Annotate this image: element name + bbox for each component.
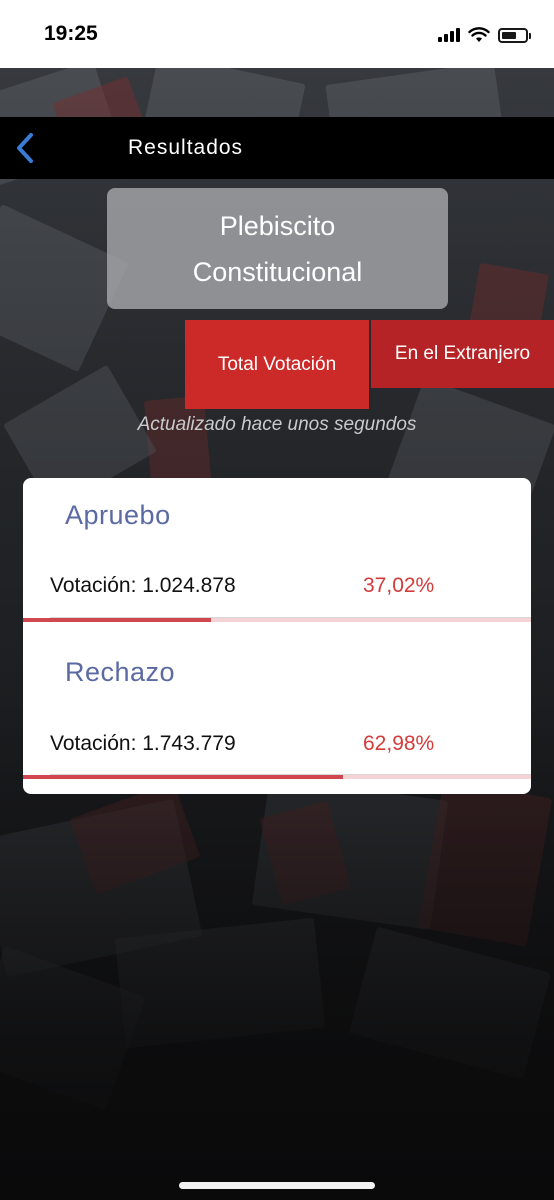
results-card: Apruebo Votación: 1.024.878 37,02% Recha… — [23, 478, 531, 794]
progress-fill-rechazo — [23, 775, 343, 779]
vote-percent-rechazo: 62,98% — [363, 732, 435, 755]
vote-count-apruebo: Votación: 1.024.878 — [50, 574, 236, 597]
back-button[interactable] — [8, 129, 42, 167]
home-indicator — [179, 1182, 375, 1189]
status-time: 19:25 — [44, 22, 98, 45]
tab-total-votacion[interactable]: Total Votación — [185, 320, 369, 409]
navigation-bar: Resultados — [0, 117, 554, 179]
battery-icon — [498, 27, 531, 43]
updated-status-text: Actualizado hace unos segundos — [137, 414, 417, 435]
option-name-rechazo: Rechazo — [65, 657, 176, 687]
progress-bar-rechazo — [23, 775, 531, 779]
page-title: Resultados — [128, 136, 244, 159]
option-name-apruebo: Apruebo — [65, 500, 171, 530]
election-title-line1: Plebiscito — [219, 210, 336, 241]
status-bar: 19:25 — [0, 0, 554, 68]
vote-count-rechazo: Votación: 1.743.779 — [50, 732, 236, 755]
tab-en-el-extranjero[interactable]: En el Extranjero — [371, 320, 554, 388]
election-title-box: Plebiscito Constitucional — [107, 188, 448, 309]
status-icons — [438, 24, 531, 46]
chevron-left-icon — [17, 133, 33, 163]
vote-percent-apruebo: 37,02% — [363, 574, 435, 597]
progress-bar-apruebo — [23, 618, 531, 622]
progress-fill-apruebo — [23, 618, 212, 622]
cellular-signal-icon — [438, 28, 460, 42]
wifi-icon — [468, 27, 490, 42]
election-title-line2: Constitucional — [192, 256, 363, 287]
